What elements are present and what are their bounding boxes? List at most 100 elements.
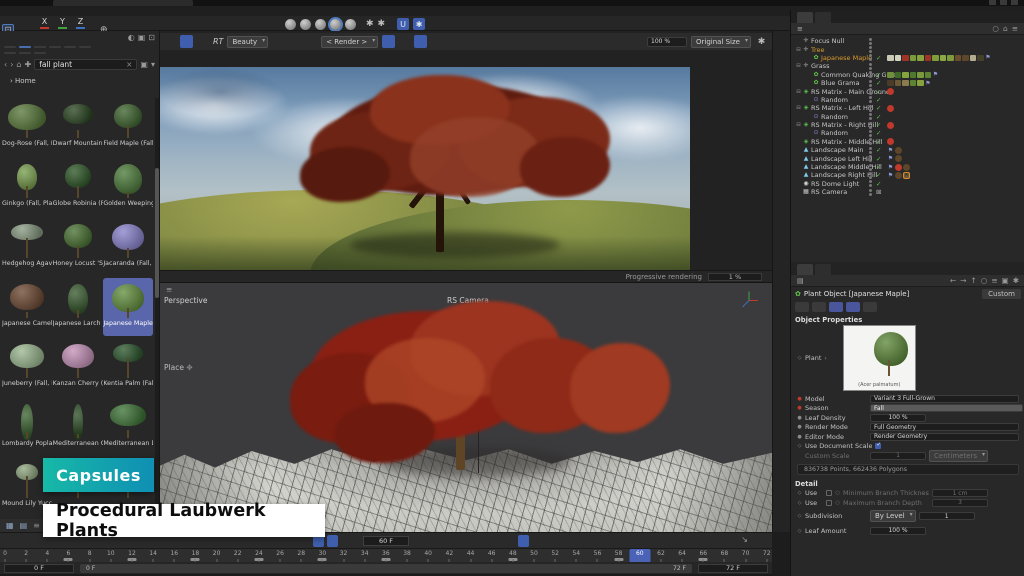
plant-preview-image[interactable]: (Acer palmatum) [843, 325, 916, 391]
asset-subtab[interactable] [19, 52, 31, 54]
visibility-toggles[interactable]: ✓ [869, 138, 881, 146]
object-row[interactable]: ⊟✛Grass [791, 62, 1024, 70]
enabled-check-icon[interactable]: ✓ [876, 163, 881, 171]
object-name[interactable]: Focus Null [811, 37, 844, 45]
attribute-label[interactable]: Editor Mode [805, 433, 867, 441]
asset-browser-scrollbar[interactable] [155, 98, 159, 518]
object-row[interactable]: ⊙Random✓ [791, 96, 1024, 104]
attributes-panel-tab[interactable] [797, 264, 813, 275]
autokey-icon[interactable] [434, 535, 445, 547]
use-document-scale-label[interactable]: Use Document Scale [805, 442, 872, 450]
object-name[interactable]: Japanese Maple [821, 54, 872, 62]
key-parameter-icon[interactable] [504, 535, 515, 547]
circle-select-icon[interactable] [446, 35, 459, 48]
forward-icon[interactable]: › [10, 60, 13, 69]
visibility-toggles[interactable]: ✓ [869, 104, 881, 112]
attribute-section-tab[interactable] [812, 302, 826, 312]
object-name[interactable]: Random [821, 96, 848, 104]
subdivision-value-field[interactable]: 1 [919, 512, 975, 520]
attribute-value-field[interactable]: Full Geometry [870, 423, 1019, 431]
srgb-icon[interactable] [272, 35, 285, 48]
collider-icon[interactable] [330, 19, 341, 30]
current-frame-field[interactable]: 60 F [363, 536, 409, 546]
asset-filter-tab[interactable] [34, 46, 46, 48]
visibility-toggles[interactable]: ⊠ [869, 188, 881, 196]
object-row[interactable]: ✿Japanese Maple✓⚑ [791, 54, 1024, 62]
search-input[interactable]: fall plant× [34, 59, 137, 70]
object-row[interactable]: ⊟◈RS Matrix - Left Hill✓ [791, 104, 1024, 112]
enabled-check-icon[interactable]: ✓ [876, 146, 881, 154]
object-row[interactable]: ⊟✛Tree [791, 45, 1024, 53]
object-name[interactable]: Blue Grama [821, 79, 859, 87]
home-icon[interactable]: ⌂ [16, 60, 21, 69]
monitor-icon[interactable]: ▣ [138, 33, 146, 42]
redshift-tag-icon[interactable] [887, 138, 894, 145]
visibility-toggles[interactable]: ✓ [869, 146, 881, 154]
enabled-check-icon[interactable]: ✓ [876, 104, 881, 112]
material-swatch[interactable] [947, 55, 954, 62]
rigid-body-icon[interactable] [300, 19, 311, 30]
object-row[interactable]: ▲Landscape Main✓⚑ [791, 146, 1024, 154]
attribute-label[interactable]: Render Mode [805, 423, 867, 431]
visibility-toggles[interactable] [869, 63, 874, 70]
axis-lock-button[interactable]: Z [74, 17, 87, 29]
redshift-tag-icon[interactable] [887, 88, 894, 95]
material-swatch[interactable] [902, 80, 909, 87]
subdivision-mode-dropdown[interactable]: By Level [870, 510, 916, 522]
material-swatch[interactable] [887, 80, 894, 87]
enabled-check-icon[interactable]: ✓ [876, 71, 881, 79]
visibility-toggles[interactable] [869, 38, 874, 45]
asset-subtab[interactable] [4, 52, 16, 54]
plant-asset-tile[interactable]: Ginkgo (Fall, Plant) [2, 158, 52, 216]
material-swatch[interactable] [895, 55, 902, 62]
enabled-check-icon[interactable]: ✓ [876, 79, 881, 87]
visibility-toggles[interactable]: ✓ [869, 129, 881, 137]
render-pass-dropdown[interactable]: Beauty [227, 36, 268, 48]
fit-view-icon[interactable] [478, 35, 491, 48]
expander-icon[interactable]: ⊟ [795, 63, 802, 69]
attribute-section-tab[interactable] [863, 302, 877, 312]
selected-texture-tag-icon[interactable]: ✕ [903, 172, 910, 179]
phong-tag-icon[interactable]: ⚑ [887, 155, 894, 162]
object-name[interactable]: Grass [811, 62, 829, 70]
add-image-icon[interactable] [526, 35, 539, 48]
objects-panel-tab[interactable] [815, 12, 831, 23]
plant-parameter-label[interactable]: Plant [805, 354, 821, 362]
key-rotation-icon[interactable] [476, 535, 487, 547]
copy-image-icon[interactable] [542, 35, 555, 48]
mode-menu-icon[interactable]: ▤ [797, 277, 804, 285]
object-name[interactable]: Tree [811, 46, 825, 54]
plant-asset-tile[interactable]: Japanese Larch (Fall, Pl... [53, 278, 103, 336]
enabled-check-icon[interactable]: ✓ [876, 138, 881, 146]
view-grid-icon[interactable]: ▦ [6, 521, 14, 530]
search-icon[interactable]: ○ [992, 24, 999, 33]
enabled-check-icon[interactable]: ✓ [876, 96, 881, 104]
layout-icon-3[interactable] [1011, 0, 1018, 5]
resize-corner-icon[interactable]: ↘ [741, 535, 748, 544]
flag-tag-icon[interactable]: ⚑ [932, 71, 939, 78]
enabled-check-icon[interactable]: ✓ [876, 171, 881, 179]
visibility-toggles[interactable]: ✓ [869, 180, 881, 188]
visibility-toggles[interactable]: ✓ [869, 96, 881, 104]
solo-icon[interactable] [532, 535, 543, 547]
object-name[interactable]: Landscape Main [811, 146, 864, 154]
settings-gear-icon[interactable]: ✱ [378, 19, 386, 29]
doc-mode-icon[interactable] [327, 535, 338, 547]
objects-panel-tab[interactable] [797, 12, 813, 23]
enabled-check-icon[interactable]: ✓ [876, 113, 881, 121]
render-target-dropdown[interactable]: < Render > [321, 36, 378, 48]
plant-asset-tile[interactable]: Kentia Palm (Fall, Plant) [103, 338, 153, 396]
plant-asset-tile[interactable]: Dog-Rose (Fall, Plant) [2, 98, 52, 156]
object-name[interactable]: Random [821, 113, 848, 121]
filter-icon[interactable]: ≡ [991, 276, 997, 285]
material-swatch[interactable] [902, 55, 909, 62]
visibility-toggles[interactable]: ✓ [869, 71, 881, 79]
material-swatch[interactable] [895, 80, 902, 87]
texture-tag-icon[interactable] [895, 155, 902, 162]
compare-icon[interactable] [494, 35, 507, 48]
visibility-toggles[interactable]: ✓ [869, 121, 881, 129]
visibility-toggles[interactable]: ✓ [869, 113, 881, 121]
material-swatch[interactable] [917, 55, 924, 62]
forward-icon[interactable]: → [960, 276, 966, 285]
plant-asset-tile[interactable]: Japanese Camellia (Fal... [2, 278, 52, 336]
